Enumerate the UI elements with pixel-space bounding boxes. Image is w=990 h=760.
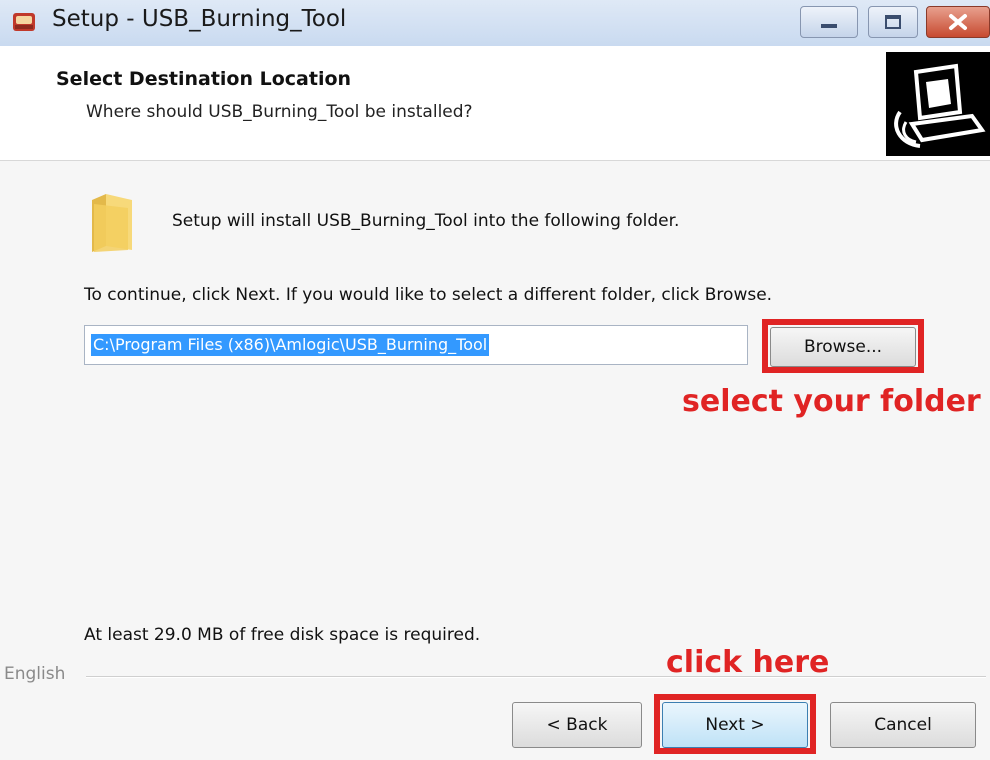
close-button[interactable] [926, 6, 990, 38]
page-subtitle: Where should USB_Burning_Tool be install… [86, 102, 473, 122]
intro-text: Setup will install USB_Burning_Tool into… [172, 211, 680, 231]
maximize-button[interactable] [868, 6, 918, 38]
minimize-button[interactable] [800, 6, 858, 38]
setup-window: Setup - USB_Burning_Tool Select Destinat… [0, 0, 990, 760]
cancel-button[interactable]: Cancel [830, 702, 976, 748]
browse-highlight-box [762, 319, 924, 373]
instruction-text: To continue, click Next. If you would li… [84, 285, 773, 305]
title-bar[interactable]: Setup - USB_Burning_Tool [0, 0, 990, 46]
back-button[interactable]: < Back [512, 702, 642, 748]
setup-app-icon [12, 10, 36, 34]
select-folder-annotation: select your folder [682, 384, 981, 419]
wizard-header: Select Destination Location Where should… [0, 46, 990, 161]
disk-space-text: At least 29.0 MB of free disk space is r… [84, 625, 481, 645]
destination-path-value: C:\Program Files (x86)\Amlogic\USB_Burni… [91, 334, 490, 356]
folder-icon [88, 190, 138, 254]
footer-divider [86, 676, 986, 678]
page-title: Select Destination Location [56, 68, 352, 90]
window-title: Setup - USB_Burning_Tool [52, 6, 347, 32]
next-highlight-box [654, 694, 816, 754]
language-label: English [4, 664, 66, 684]
destination-path-input[interactable]: C:\Program Files (x86)\Amlogic\USB_Burni… [84, 325, 748, 365]
click-here-annotation: click here [666, 645, 830, 680]
computer-install-icon [886, 52, 990, 156]
